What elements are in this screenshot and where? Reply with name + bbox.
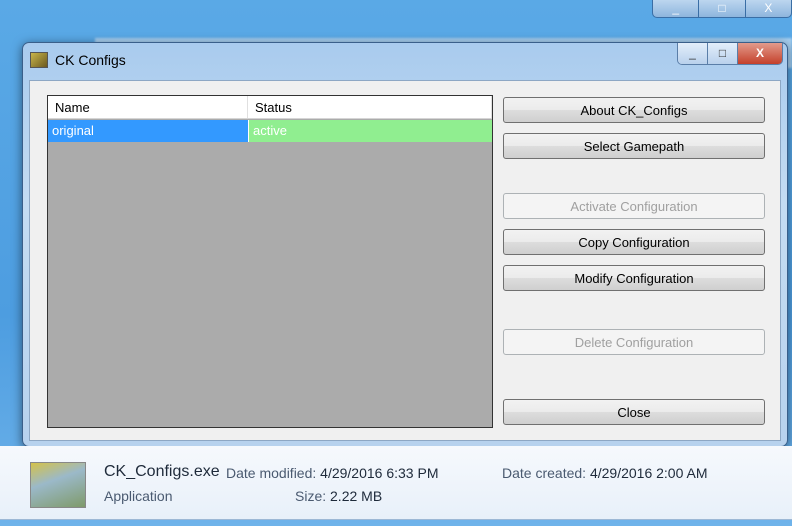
- client-area: Name Status original active About CK_Con…: [29, 80, 781, 441]
- close-window-button[interactable]: X: [738, 43, 782, 64]
- file-icon: [30, 462, 86, 508]
- file-type: Application: [104, 488, 173, 504]
- column-header-name[interactable]: Name: [48, 96, 248, 118]
- list-item[interactable]: original active: [48, 120, 492, 142]
- modified-label: Date modified:: [226, 465, 317, 481]
- activate-configuration-button[interactable]: Activate Configuration: [503, 193, 765, 219]
- size-value: 2.22 MB: [330, 488, 383, 504]
- minimize-button[interactable]: _: [678, 43, 708, 64]
- details-pane: CK_Configs.exe Application Date modified…: [0, 446, 792, 520]
- minimize-icon[interactable]: _: [653, 0, 700, 17]
- close-icon[interactable]: X: [746, 0, 791, 17]
- about-button[interactable]: About CK_Configs: [503, 97, 765, 123]
- copy-configuration-button[interactable]: Copy Configuration: [503, 229, 765, 255]
- explorer-window-controls: _ □ X: [652, 0, 792, 18]
- list-header: Name Status: [48, 96, 492, 119]
- app-icon: [30, 52, 48, 68]
- delete-configuration-button[interactable]: Delete Configuration: [503, 329, 765, 355]
- modify-configuration-button[interactable]: Modify Configuration: [503, 265, 765, 291]
- size-label: Size:: [295, 488, 327, 504]
- maximize-button[interactable]: □: [708, 43, 738, 64]
- maximize-icon[interactable]: □: [699, 0, 746, 17]
- column-header-status[interactable]: Status: [248, 96, 492, 118]
- config-list[interactable]: Name Status original active: [47, 95, 493, 428]
- close-button[interactable]: Close: [503, 399, 765, 425]
- created-label: Date created:: [502, 465, 587, 481]
- created-value: 4/29/2016 2:00 AM: [589, 465, 708, 481]
- select-gamepath-button[interactable]: Select Gamepath: [503, 133, 765, 159]
- ck-configs-dialog: CK Configs _ □ X Name Status original ac…: [22, 42, 788, 447]
- config-name[interactable]: original: [48, 120, 248, 142]
- modified-value: 4/29/2016 6:33 PM: [320, 465, 439, 481]
- window-title: CK Configs: [55, 52, 126, 68]
- config-status: active: [248, 120, 492, 142]
- file-name: CK_Configs.exe: [104, 463, 220, 480]
